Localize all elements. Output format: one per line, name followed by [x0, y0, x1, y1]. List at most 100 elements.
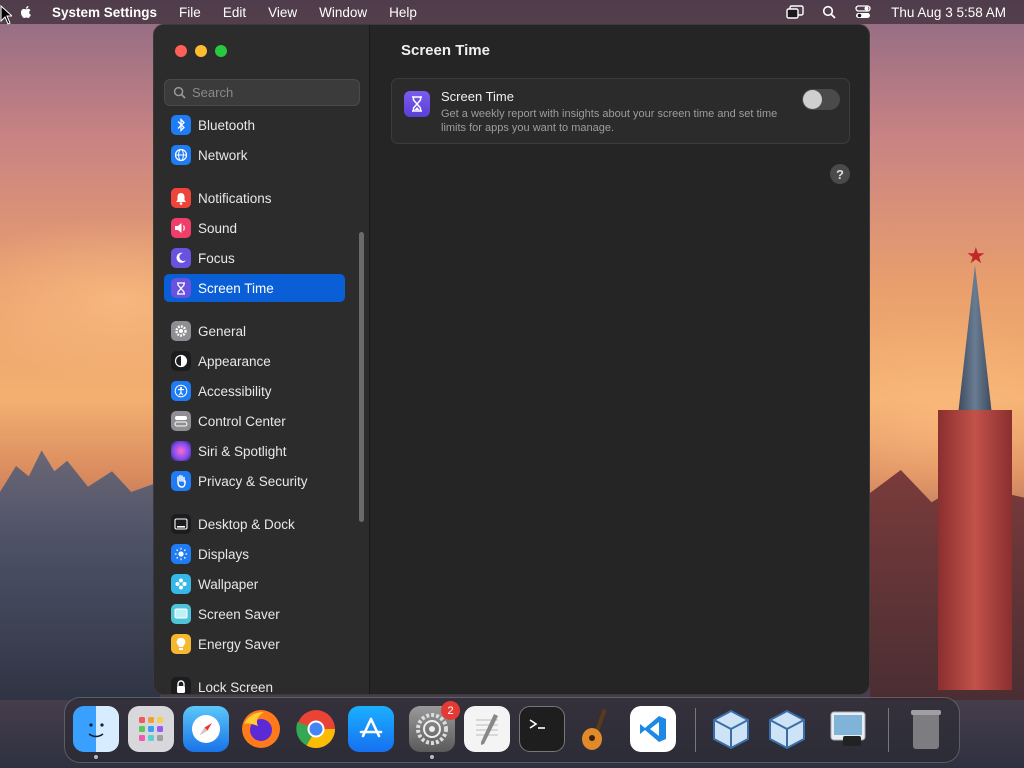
- sidebar-item-siri-spotlight[interactable]: Siri & Spotlight: [164, 437, 345, 465]
- virtualbox-icon: [713, 709, 749, 750]
- dock-virtualbox-vm[interactable]: [764, 706, 810, 752]
- dock-firefox[interactable]: [238, 706, 284, 752]
- sidebar-item-label: Lock Screen: [198, 679, 274, 695]
- dock-chrome[interactable]: [293, 706, 339, 752]
- dock-safari[interactable]: [183, 706, 229, 752]
- moon-icon: [171, 248, 191, 268]
- sun-icon: [171, 544, 191, 564]
- screen-time-card: Screen Time Get a weekly report with ins…: [391, 78, 850, 144]
- sidebar-item-label: Siri & Spotlight: [198, 443, 287, 459]
- running-indicator: [94, 755, 98, 759]
- dock-vscode[interactable]: [630, 706, 676, 752]
- minimize-window-button[interactable]: [195, 45, 207, 57]
- menu-clock[interactable]: Thu Aug 3 5:58 AM: [891, 5, 1006, 20]
- spotlight-search-icon[interactable]: [819, 4, 839, 20]
- menu-app-name[interactable]: System Settings: [52, 5, 157, 20]
- menu-edit[interactable]: Edit: [223, 5, 246, 20]
- close-window-button[interactable]: [175, 45, 187, 57]
- dock-preview[interactable]: [825, 706, 871, 752]
- dock-terminal[interactable]: [519, 706, 565, 752]
- sidebar-item-label: Control Center: [198, 413, 286, 429]
- sidebar-item-label: Screen Saver: [198, 606, 280, 622]
- screensaver-icon: [171, 604, 191, 624]
- content-pane: Screen Time Screen Time Get a weekly rep…: [371, 25, 869, 694]
- hand-icon: [171, 471, 191, 491]
- sidebar-item-network[interactable]: Network: [164, 141, 345, 169]
- dock-app-store[interactable]: [348, 706, 394, 752]
- dock: 2: [64, 697, 960, 763]
- sidebar-item-screen-time[interactable]: Screen Time: [164, 274, 345, 302]
- globe-icon: [171, 145, 191, 165]
- flower-icon: [171, 574, 191, 594]
- sidebar-item-label: Sound: [198, 220, 238, 236]
- menu-bar: System Settings File Edit View Window He…: [0, 0, 1024, 24]
- page-title: Screen Time: [401, 42, 490, 59]
- sidebar-item-displays[interactable]: Displays: [164, 540, 345, 568]
- dock-textedit[interactable]: [464, 706, 510, 752]
- sidebar-scrollbar[interactable]: [359, 232, 364, 522]
- sidebar-item-label: Privacy & Security: [198, 473, 308, 489]
- sidebar-item-label: Screen Time: [198, 280, 274, 296]
- apple-menu-icon[interactable]: [18, 4, 34, 20]
- sidebar-item-focus[interactable]: Focus: [164, 244, 345, 272]
- dock-system-settings[interactable]: 2: [409, 701, 460, 759]
- sidebar-item-label: Wallpaper: [198, 576, 259, 592]
- dock-virtualbox[interactable]: [708, 706, 754, 752]
- sidebar-item-label: Energy Saver: [198, 636, 280, 652]
- mouse-pointer-icon: [0, 5, 12, 25]
- hourglass-icon: [171, 278, 191, 298]
- dock-icon: [171, 514, 191, 534]
- menu-view[interactable]: View: [268, 5, 297, 20]
- dock-trash[interactable]: [903, 706, 949, 752]
- terminal-icon: [529, 719, 545, 729]
- lock-icon: [171, 677, 191, 694]
- search-field[interactable]: [164, 79, 360, 106]
- bell-icon: [171, 188, 191, 208]
- menu-window[interactable]: Window: [319, 5, 367, 20]
- accessibility-icon: [171, 381, 191, 401]
- preview-icon: [830, 711, 866, 746]
- speaker-icon: [171, 218, 191, 238]
- screen-time-toggle[interactable]: [802, 89, 840, 110]
- sidebar-item-label: Notifications: [198, 190, 272, 206]
- menu-help[interactable]: Help: [389, 5, 417, 20]
- window-controls: [175, 45, 227, 57]
- sidebar-item-control-center[interactable]: Control Center: [164, 407, 345, 435]
- sidebar: Bluetooth Network Notifications Sound Fo…: [154, 25, 370, 695]
- trash-icon: [911, 710, 941, 749]
- firefox-icon: [242, 710, 280, 748]
- app-store-icon: [359, 717, 383, 738]
- notification-badge: 2: [441, 701, 460, 720]
- search-input[interactable]: [192, 85, 352, 100]
- screen-mirroring-icon[interactable]: [785, 4, 805, 20]
- sidebar-item-energy-saver[interactable]: Energy Saver: [164, 630, 345, 658]
- sidebar-item-general[interactable]: General: [164, 317, 345, 345]
- menu-file[interactable]: File: [179, 5, 201, 20]
- sidebar-item-privacy-security[interactable]: Privacy & Security: [164, 467, 345, 495]
- sidebar-item-accessibility[interactable]: Accessibility: [164, 377, 345, 405]
- screen-time-description: Get a weekly report with insights about …: [441, 108, 778, 134]
- sidebar-item-lock-screen[interactable]: Lock Screen: [164, 673, 345, 695]
- sidebar-item-label: Appearance: [198, 353, 271, 369]
- toggle-knob: [803, 90, 822, 109]
- sidebar-item-sound[interactable]: Sound: [164, 214, 345, 242]
- control-center-menu-icon[interactable]: [853, 4, 873, 20]
- launchpad-icon: [139, 717, 163, 741]
- sidebar-item-wallpaper[interactable]: Wallpaper: [164, 570, 345, 598]
- sidebar-item-bluetooth[interactable]: Bluetooth: [164, 111, 345, 139]
- help-button[interactable]: ?: [830, 164, 850, 184]
- sidebar-item-notifications[interactable]: Notifications: [164, 184, 345, 212]
- sidebar-item-desktop-dock[interactable]: Desktop & Dock: [164, 510, 345, 538]
- zoom-window-button[interactable]: [215, 45, 227, 57]
- vscode-icon: [640, 716, 666, 742]
- control-center-icon: [171, 411, 191, 431]
- siri-icon: [171, 441, 191, 461]
- appearance-icon: [171, 351, 191, 371]
- dock-launchpad[interactable]: [128, 706, 174, 752]
- sidebar-item-screen-saver[interactable]: Screen Saver: [164, 600, 345, 628]
- dock-garageband[interactable]: [574, 706, 620, 752]
- dock-finder[interactable]: [73, 706, 119, 759]
- system-settings-window: Bluetooth Network Notifications Sound Fo…: [153, 24, 870, 695]
- sidebar-item-appearance[interactable]: Appearance: [164, 347, 345, 375]
- bulb-icon: [171, 634, 191, 654]
